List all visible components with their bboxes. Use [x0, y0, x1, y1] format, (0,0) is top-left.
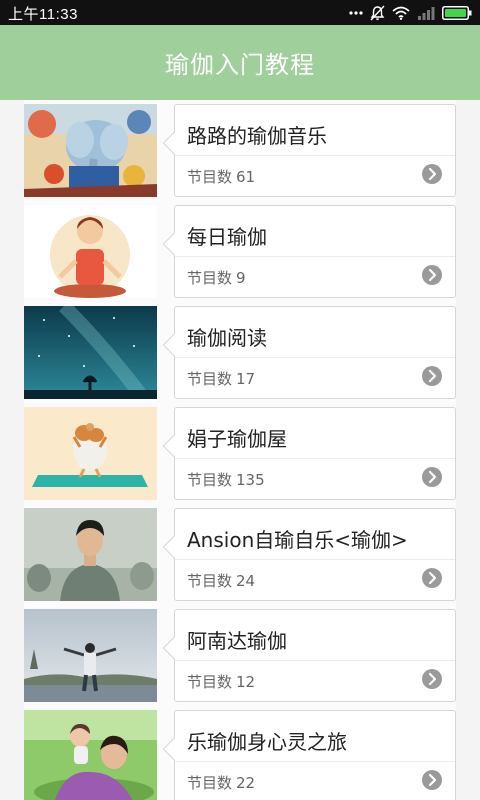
program-card[interactable]: 每日瑜伽 节目数 9: [162, 205, 456, 298]
thumbnail-hamster-yoga: [24, 407, 157, 500]
thumbnail-lake-person: [24, 609, 157, 702]
list-item[interactable]: 瑜伽阅读 节目数 17: [24, 302, 456, 399]
list-item[interactable]: 阿南达瑜伽 节目数 12: [24, 605, 456, 702]
program-name: 娟子瑜伽屋: [187, 427, 287, 451]
count-value: 61: [236, 168, 256, 186]
page-title: 瑜伽入门教程: [165, 51, 315, 79]
status-bar: 上午11:33: [0, 0, 480, 25]
count-label: 节目数: [187, 572, 233, 590]
chevron-right-icon[interactable]: [422, 770, 442, 790]
program-card[interactable]: Ansion自瑜自乐<瑜伽> 节目数 24: [162, 508, 456, 601]
count-label: 节目数: [187, 774, 233, 792]
status-time: 上午11:33: [8, 6, 78, 23]
program-count: 节目数 17: [187, 368, 255, 389]
program-name: 乐瑜伽身心灵之旅: [187, 730, 347, 754]
program-list[interactable]: 路路的瑜伽音乐 节目数 61 每日瑜伽 节目数 9 瑜伽阅读 节目数 17 娟子…: [0, 100, 480, 800]
count-label: 节目数: [187, 673, 233, 691]
count-label: 节目数: [187, 370, 233, 388]
wifi-icon: [392, 6, 410, 20]
more-dots-icon: [349, 10, 363, 15]
list-item[interactable]: 路路的瑜伽音乐 节目数 61: [24, 100, 456, 197]
thumbnail-ganesha: [24, 104, 157, 197]
program-count: 节目数 24: [187, 570, 255, 591]
list-item[interactable]: 乐瑜伽身心灵之旅 节目数 22: [24, 706, 456, 800]
signal-icon: [418, 6, 435, 20]
list-item[interactable]: Ansion自瑜自乐<瑜伽> 节目数 24: [24, 504, 456, 601]
divider: [175, 660, 455, 661]
count-value: 22: [236, 774, 256, 792]
program-card[interactable]: 瑜伽阅读 节目数 17: [162, 306, 456, 399]
divider: [175, 458, 455, 459]
thumbnail-instructor: [24, 508, 157, 601]
status-icons: [349, 3, 472, 22]
program-count: 节目数 61: [187, 166, 255, 187]
divider: [175, 256, 455, 257]
program-name: 路路的瑜伽音乐: [187, 124, 327, 148]
thumbnail-starry-sky: [24, 306, 157, 399]
program-name: 瑜伽阅读: [187, 326, 267, 350]
program-card[interactable]: 乐瑜伽身心灵之旅 节目数 22: [162, 710, 456, 800]
program-name: Ansion自瑜自乐<瑜伽>: [187, 528, 408, 552]
mute-bell-icon: [370, 5, 385, 20]
program-count: 节目数 12: [187, 671, 255, 692]
app-bar: 瑜伽入门教程: [0, 25, 480, 100]
list-item[interactable]: 每日瑜伽 节目数 9: [24, 201, 456, 298]
divider: [175, 155, 455, 156]
thumbnail-meditating-girl: [24, 205, 157, 298]
divider: [175, 559, 455, 560]
thumbnail-mother-child: [24, 710, 157, 800]
program-card[interactable]: 路路的瑜伽音乐 节目数 61: [162, 104, 456, 197]
program-count: 节目数 135: [187, 469, 265, 490]
list-item[interactable]: 娟子瑜伽屋 节目数 135: [24, 403, 456, 500]
chevron-right-icon[interactable]: [422, 467, 442, 487]
divider: [175, 357, 455, 358]
count-value: 9: [236, 269, 246, 287]
chevron-right-icon[interactable]: [422, 568, 442, 588]
divider: [175, 761, 455, 762]
count-value: 17: [236, 370, 256, 388]
chevron-right-icon[interactable]: [422, 669, 442, 689]
chevron-right-icon[interactable]: [422, 366, 442, 386]
program-count: 节目数 9: [187, 267, 246, 288]
count-value: 24: [236, 572, 256, 590]
program-card[interactable]: 阿南达瑜伽 节目数 12: [162, 609, 456, 702]
program-name: 阿南达瑜伽: [187, 629, 287, 653]
chevron-right-icon[interactable]: [422, 265, 442, 285]
count-value: 135: [236, 471, 265, 489]
count-value: 12: [236, 673, 256, 691]
program-count: 节目数 22: [187, 772, 255, 793]
battery-icon: [442, 5, 472, 20]
program-name: 每日瑜伽: [187, 225, 267, 249]
chevron-right-icon[interactable]: [422, 164, 442, 184]
program-card[interactable]: 娟子瑜伽屋 节目数 135: [162, 407, 456, 500]
count-label: 节目数: [187, 168, 233, 186]
count-label: 节目数: [187, 471, 233, 489]
count-label: 节目数: [187, 269, 233, 287]
